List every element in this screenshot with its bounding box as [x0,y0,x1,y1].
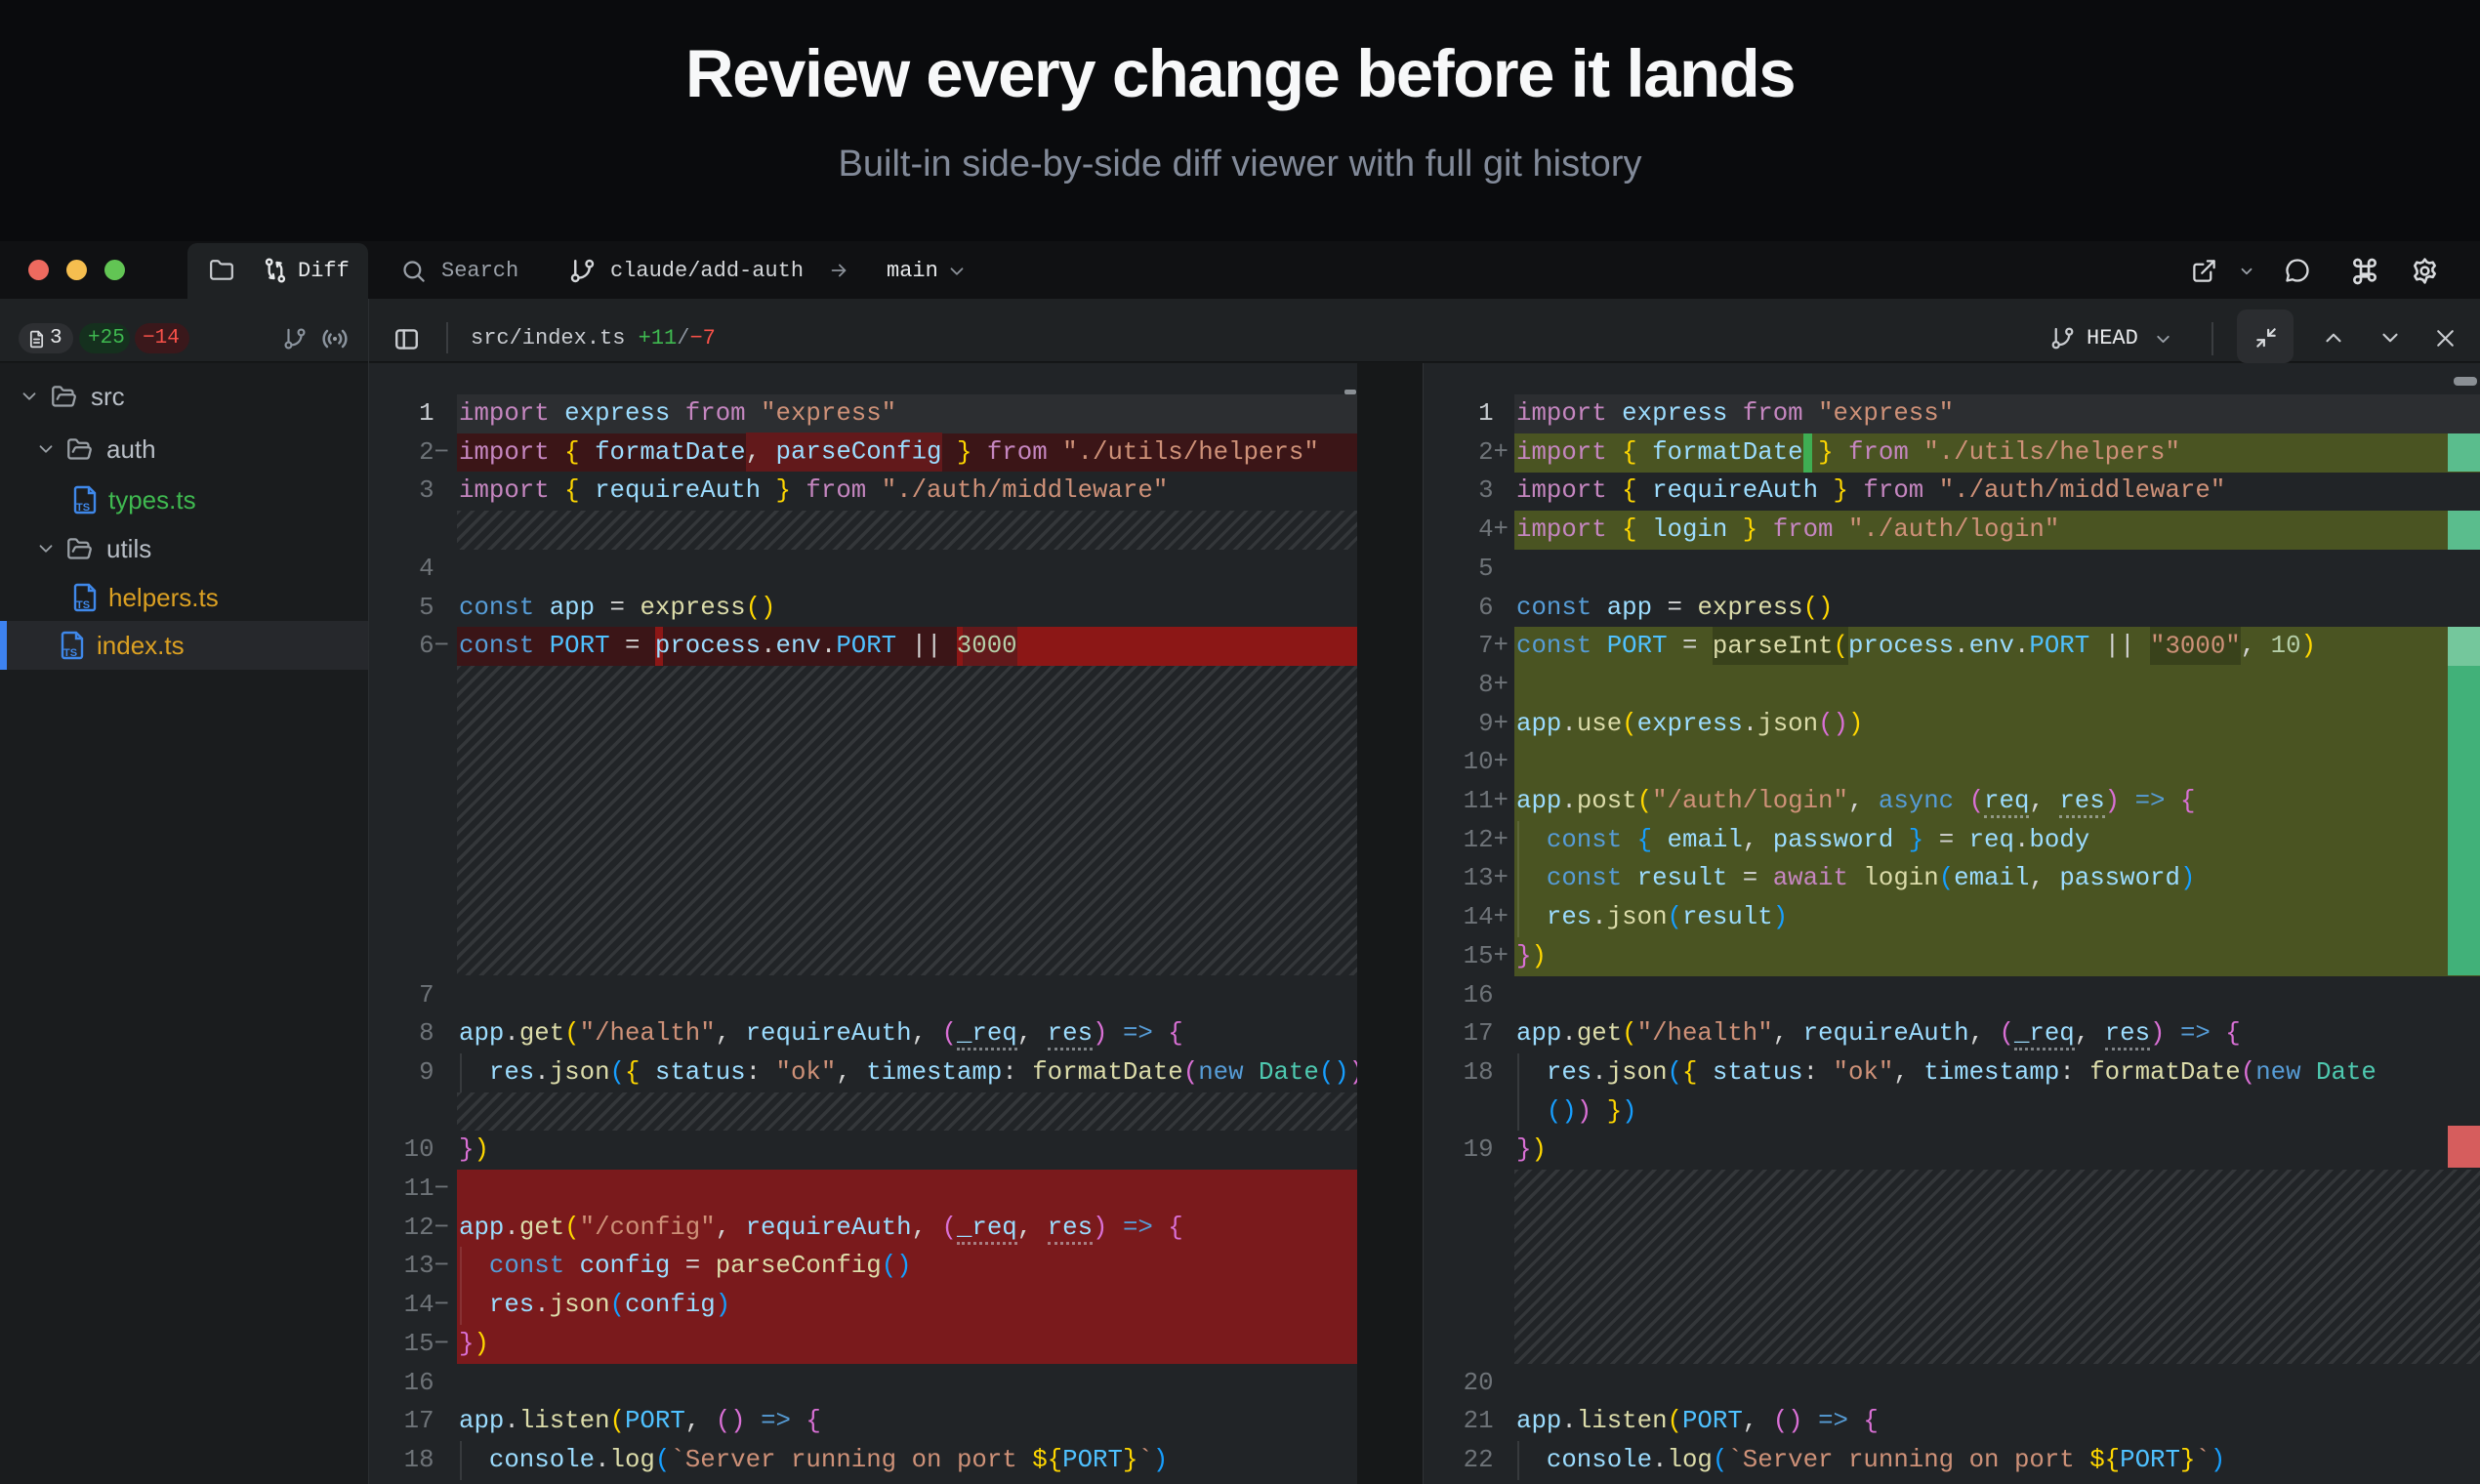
svg-text:TS: TS [76,599,90,611]
svg-text:TS: TS [76,502,90,514]
svg-text:TS: TS [63,647,77,659]
